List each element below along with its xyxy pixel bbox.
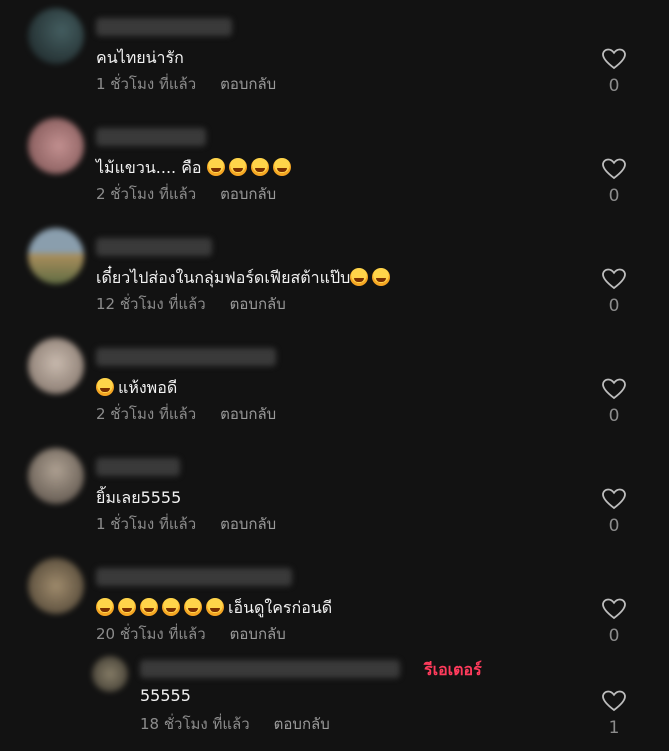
emoji-run	[96, 598, 228, 617]
comment-item: เดี๋ยวไปส่องในกลุ่มฟอร์ดเฟียสต้าแป๊บ 12 …	[0, 228, 669, 338]
like-count: 0	[608, 76, 620, 96]
like-control[interactable]: 0	[602, 48, 626, 96]
emoji-run	[350, 268, 394, 287]
comment-time: 1 ชั่วโมง ที่แล้ว	[96, 515, 197, 533]
like-control[interactable]: 1	[602, 690, 626, 738]
avatar[interactable]	[28, 448, 84, 504]
reply-button[interactable]: ตอบกลับ	[274, 715, 330, 733]
avatar[interactable]	[28, 558, 84, 614]
heart-outline-icon[interactable]	[602, 158, 626, 180]
like-control[interactable]: 0	[602, 268, 626, 316]
comment-meta: 18 ชั่วโมง ที่แล้ว ตอบกลับ	[140, 712, 330, 736]
reply-button[interactable]: ตอบกลับ	[220, 185, 276, 203]
comment-item: ยิ้มเลย5555 1 ชั่วโมง ที่แล้ว ตอบกลับ 0	[0, 448, 669, 558]
avatar[interactable]	[28, 338, 84, 394]
like-count: 0	[608, 296, 620, 316]
username-blurred[interactable]	[96, 568, 292, 586]
rolling-laughing-emoji-icon	[206, 598, 224, 616]
comment-text: แห้งพอดี	[96, 376, 177, 401]
like-control[interactable]: 0	[602, 488, 626, 536]
reply-button[interactable]: ตอบกลับ	[220, 515, 276, 533]
like-count: 0	[608, 186, 620, 206]
heart-outline-icon[interactable]	[602, 690, 626, 712]
reply-button[interactable]: ตอบกลับ	[220, 405, 276, 423]
rolling-laughing-emoji-icon	[184, 598, 202, 616]
comment-meta: 1 ชั่วโมง ที่แล้ว ตอบกลับ	[96, 512, 276, 536]
username-blurred[interactable]	[140, 660, 400, 678]
rolling-laughing-emoji-icon	[140, 598, 158, 616]
username-blurred[interactable]	[96, 238, 212, 256]
username-blurred[interactable]	[96, 348, 276, 366]
comment-time: 18 ชั่วโมง ที่แล้ว	[140, 715, 250, 733]
comment-text: คนไทยน่ารัก	[96, 48, 184, 67]
comment-time: 20 ชั่วโมง ที่แล้ว	[96, 625, 206, 643]
rolling-laughing-emoji-icon	[350, 268, 369, 286]
like-control[interactable]: 0	[602, 158, 626, 206]
creator-badge: รีเอเตอร์	[424, 660, 482, 679]
comment-time: 12 ชั่วโมง ที่แล้ว	[96, 295, 206, 313]
username-blurred[interactable]	[96, 128, 206, 146]
reply-button[interactable]: ตอบกลับ	[220, 75, 276, 93]
rolling-laughing-emoji-icon	[228, 158, 247, 176]
like-count: 0	[608, 406, 620, 426]
avatar[interactable]	[28, 8, 84, 64]
rolling-laughing-emoji-icon	[118, 598, 136, 616]
comment-item: แห้งพอดี 2 ชั่วโมง ที่แล้ว ตอบกลับ 0	[0, 338, 669, 448]
like-count: 1	[608, 718, 620, 738]
rolling-laughing-emoji-icon	[372, 268, 391, 286]
comment-item: คนไทยน่ารัก 1 ชั่วโมง ที่แล้ว ตอบกลับ 0	[0, 8, 669, 118]
like-control[interactable]: 0	[602, 378, 626, 426]
rolling-laughing-emoji-icon	[272, 158, 291, 176]
rolling-laughing-emoji-icon	[96, 598, 114, 616]
comment-meta: 12 ชั่วโมง ที่แล้ว ตอบกลับ	[96, 292, 286, 316]
like-count: 0	[608, 516, 620, 536]
heart-outline-icon[interactable]	[602, 378, 626, 400]
comment-time: 2 ชั่วโมง ที่แล้ว	[96, 185, 197, 203]
avatar[interactable]	[28, 118, 84, 174]
comment-meta: 1 ชั่วโมง ที่แล้ว ตอบกลับ	[96, 72, 276, 96]
comment-text: ยิ้มเลย5555	[96, 488, 182, 507]
avatar[interactable]	[28, 228, 84, 284]
username-blurred[interactable]	[96, 18, 232, 36]
comment-time: 1 ชั่วโมง ที่แล้ว	[96, 75, 197, 93]
comment-text: 55555	[140, 686, 191, 705]
heart-outline-icon[interactable]	[602, 48, 626, 70]
like-count: 0	[608, 626, 620, 646]
heart-outline-icon[interactable]	[602, 488, 626, 510]
comment-time: 2 ชั่วโมง ที่แล้ว	[96, 405, 197, 423]
like-control[interactable]: 0	[602, 598, 626, 646]
comment-meta: 2 ชั่วโมง ที่แล้ว ตอบกลับ	[96, 402, 276, 426]
comment-text: เอ็นดูใครก่อนดี	[96, 596, 332, 621]
avatar[interactable]	[92, 656, 128, 692]
rolling-laughing-emoji-icon	[250, 158, 269, 176]
username-blurred[interactable]	[96, 458, 180, 476]
heart-outline-icon[interactable]	[602, 268, 626, 290]
reply-button[interactable]: ตอบกลับ	[230, 295, 286, 313]
rolling-laughing-emoji-icon	[206, 158, 225, 176]
comment-item: เอ็นดูใครก่อนดี 20 ชั่วโมง ที่แล้ว ตอบกลั…	[0, 558, 669, 668]
reply-button[interactable]: ตอบกลับ	[230, 625, 286, 643]
rolling-laughing-emoji-icon	[162, 598, 180, 616]
emoji-run	[206, 158, 295, 177]
emoji-run	[96, 378, 118, 397]
comment-text: ไม้แขวน.... คือ	[96, 156, 295, 181]
reply-item: รีเอเตอร์ 55555 18 ชั่วโมง ที่แล้ว ตอบกลั…	[0, 656, 669, 751]
comment-item: ไม้แขวน.... คือ 2 ชั่วโมง ที่แล้ว ตอบกลับ…	[0, 118, 669, 228]
comment-meta: 20 ชั่วโมง ที่แล้ว ตอบกลับ	[96, 622, 286, 646]
heart-outline-icon[interactable]	[602, 598, 626, 620]
comment-meta: 2 ชั่วโมง ที่แล้ว ตอบกลับ	[96, 182, 276, 206]
comment-text: เดี๋ยวไปส่องในกลุ่มฟอร์ดเฟียสต้าแป๊บ	[96, 266, 394, 291]
rolling-laughing-emoji-icon	[96, 378, 114, 396]
